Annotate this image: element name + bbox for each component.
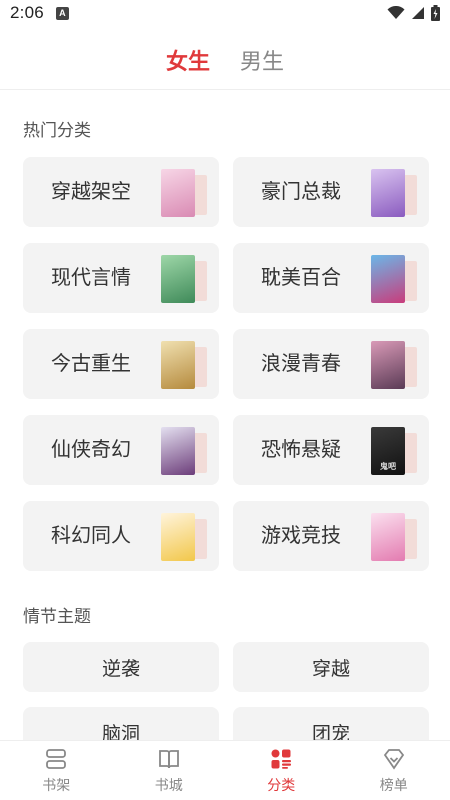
- wifi-icon: [387, 6, 405, 20]
- ranking-icon: [381, 746, 407, 772]
- battery-icon: [431, 5, 440, 21]
- category-grid-icon: [268, 746, 294, 772]
- category-card-8[interactable]: 科幻同人: [23, 501, 219, 571]
- book-cover: [161, 513, 207, 561]
- book-cover: [371, 255, 417, 303]
- book-cover: [161, 169, 207, 217]
- notification-badge: A: [55, 6, 69, 20]
- category-label: 耽美百合: [261, 267, 341, 289]
- category-card-2[interactable]: 现代言情: [23, 243, 219, 313]
- gender-tabs: 女生 男生: [0, 42, 450, 78]
- section-title-hot: 热门分类: [23, 121, 91, 140]
- status-bar: 2:06 A: [0, 0, 450, 26]
- category-card-1[interactable]: 豪门总裁: [233, 157, 429, 227]
- status-time: 2:06: [10, 3, 44, 22]
- theme-card[interactable]: 穿越: [233, 642, 429, 692]
- nav-label: 榜单: [379, 777, 408, 793]
- category-card-3[interactable]: 耽美百合: [233, 243, 429, 313]
- category-label: 浪漫青春: [261, 353, 341, 375]
- nav-ranking[interactable]: 榜单: [338, 741, 450, 800]
- category-card-5[interactable]: 浪漫青春: [233, 329, 429, 399]
- category-label: 科幻同人: [51, 525, 131, 547]
- nav-category[interactable]: 分类: [225, 741, 338, 800]
- book-cover: 鬼吧: [371, 427, 417, 475]
- category-label: 仙侠奇幻: [51, 439, 131, 461]
- theme-card[interactable]: 逆袭: [23, 642, 219, 692]
- bottom-nav: 书架 书城 分类 榜单: [0, 740, 450, 800]
- tab-female[interactable]: 女生: [166, 44, 210, 76]
- category-card-0[interactable]: 穿越架空: [23, 157, 219, 227]
- category-label: 今古重生: [51, 353, 131, 375]
- nav-label: 书架: [42, 777, 71, 793]
- category-label: 豪门总裁: [261, 181, 341, 203]
- bookshelf-icon: [43, 746, 69, 772]
- book-cover: [161, 427, 207, 475]
- category-label: 恐怖悬疑: [261, 439, 341, 461]
- category-grid: 穿越架空 豪门总裁 现代言情 耽美百合 今古重生 浪漫青春 仙侠奇幻 恐怖悬疑 …: [23, 157, 429, 587]
- category-card-6[interactable]: 仙侠奇幻: [23, 415, 219, 485]
- book-cover: [161, 255, 207, 303]
- category-label: 穿越架空: [51, 181, 131, 203]
- header-divider: [0, 89, 450, 90]
- nav-bookshelf[interactable]: 书架: [0, 741, 113, 800]
- nav-label: 分类: [267, 777, 296, 793]
- nav-label: 书城: [154, 777, 183, 793]
- category-card-4[interactable]: 今古重生: [23, 329, 219, 399]
- category-card-7[interactable]: 恐怖悬疑 鬼吧: [233, 415, 429, 485]
- tab-male[interactable]: 男生: [240, 44, 284, 76]
- nav-bookstore[interactable]: 书城: [113, 741, 226, 800]
- book-cover: [371, 341, 417, 389]
- book-cover: [161, 341, 207, 389]
- open-book-icon: [156, 746, 182, 772]
- book-cover: [371, 513, 417, 561]
- book-cover: [371, 169, 417, 217]
- category-card-9[interactable]: 游戏竞技: [233, 501, 429, 571]
- status-icons: [387, 5, 440, 21]
- signal-icon: [411, 6, 425, 20]
- cover-title: 鬼吧: [380, 462, 396, 471]
- category-label: 现代言情: [51, 267, 131, 289]
- category-label: 游戏竞技: [261, 525, 341, 547]
- section-title-plot: 情节主题: [23, 607, 91, 626]
